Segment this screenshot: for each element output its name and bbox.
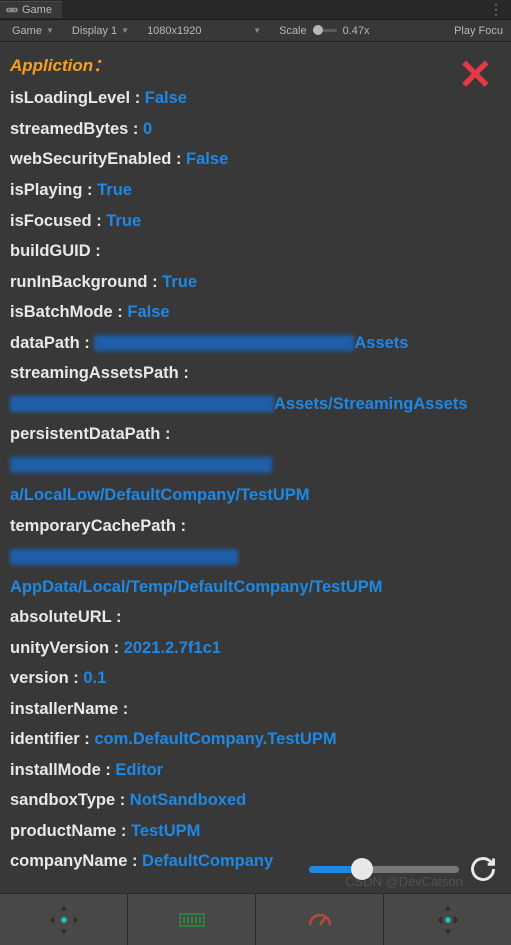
property-label: isLoadingLevel :	[10, 89, 145, 107]
scale-slider[interactable]	[313, 29, 337, 32]
property-row: unityVersion : 2021.2.7f1c1	[10, 633, 501, 664]
memory-icon	[177, 908, 207, 932]
property-row: AppData/Local/Temp/DefaultCompany/TestUP…	[10, 541, 501, 602]
property-row: a/LocalLow/DefaultCompany/TestUPM	[10, 450, 501, 511]
property-label: unityVersion :	[10, 639, 124, 657]
view-dropdown[interactable]: Game ▼	[4, 23, 62, 39]
memory-tool-button[interactable]	[128, 894, 256, 945]
property-row: installMode : Editor	[10, 755, 501, 786]
property-label: installMode :	[10, 761, 115, 779]
property-value: True	[162, 273, 197, 291]
property-label: isBatchMode :	[10, 303, 127, 321]
move-tool-button[interactable]	[0, 894, 128, 945]
property-label: runInBackground :	[10, 273, 162, 291]
debug-panel: Appliction： ✕ isLoadingLevel : Falsestre…	[0, 42, 511, 882]
property-label: buildGUID :	[10, 242, 101, 260]
property-value: 0	[143, 120, 152, 138]
redacted-segment	[10, 396, 274, 412]
property-row: sandboxType : NotSandboxed	[10, 785, 501, 816]
property-row: runInBackground : True	[10, 267, 501, 298]
property-label: isPlaying :	[10, 181, 97, 199]
property-row: isLoadingLevel : False	[10, 83, 501, 114]
property-value: Editor	[115, 761, 163, 779]
gauge-icon	[305, 905, 335, 935]
property-value: com.DefaultCompany.TestUPM	[94, 730, 336, 748]
property-row: installerName :	[10, 694, 501, 725]
property-label: absoluteURL :	[10, 608, 122, 626]
slider[interactable]	[309, 866, 459, 873]
redacted-segment	[94, 335, 354, 351]
property-value: 2021.2.7f1c1	[124, 639, 221, 657]
property-row: Assets/StreamingAssets	[10, 389, 501, 420]
property-row: productName : TestUPM	[10, 816, 501, 847]
property-list: isLoadingLevel : FalsestreamedBytes : 0w…	[10, 83, 501, 882]
refresh-icon[interactable]	[469, 855, 497, 883]
transform-icon	[431, 903, 465, 937]
property-value: TestUPM	[131, 822, 200, 840]
game-tab[interactable]: Game	[0, 1, 62, 18]
tab-label: Game	[22, 4, 52, 16]
property-value: False	[186, 150, 228, 168]
tab-menu-icon[interactable]: ⋮	[481, 1, 511, 18]
redacted-segment	[10, 549, 238, 565]
property-value: True	[97, 181, 132, 199]
play-focused-toggle[interactable]: Play Focu	[454, 25, 507, 37]
property-row: identifier : com.DefaultCompany.TestUPM	[10, 724, 501, 755]
chevron-down-icon: ▼	[253, 26, 261, 35]
transform-tool-button[interactable]	[384, 894, 511, 945]
property-label: webSecurityEnabled :	[10, 150, 186, 168]
property-label: companyName :	[10, 852, 142, 870]
property-label: dataPath :	[10, 334, 94, 352]
property-label: temporaryCachePath :	[10, 517, 186, 535]
property-row: version : 0.1	[10, 663, 501, 694]
property-value: a/LocalLow/DefaultCompany/TestUPM	[10, 486, 309, 504]
property-value: NotSandboxed	[130, 791, 246, 809]
property-value: Assets	[354, 334, 408, 352]
move-icon	[47, 903, 81, 937]
property-row: dataPath : Assets	[10, 328, 501, 359]
tab-bar: Game ⋮	[0, 0, 511, 20]
watermark: CSDN @DevCatson	[345, 874, 463, 889]
property-label: isFocused :	[10, 212, 106, 230]
property-label: streamedBytes :	[10, 120, 143, 138]
property-row: isFocused : True	[10, 206, 501, 237]
property-label: version :	[10, 669, 83, 687]
resolution-dropdown[interactable]: 1080x1920 ▼	[139, 23, 269, 39]
property-value: True	[106, 212, 141, 230]
property-label: streamingAssetsPath :	[10, 364, 189, 382]
property-row: isPlaying : True	[10, 175, 501, 206]
section-title: Appliction：	[10, 50, 501, 81]
property-value: AppData/Local/Temp/DefaultCompany/TestUP…	[10, 578, 383, 596]
property-label: persistentDataPath :	[10, 425, 170, 443]
profiler-tool-button[interactable]	[256, 894, 384, 945]
property-row: isBatchMode : False	[10, 297, 501, 328]
toolbar: Game ▼ Display 1 ▼ 1080x1920 ▼ Scale 0.4…	[0, 20, 511, 42]
property-row: streamedBytes : 0	[10, 114, 501, 145]
property-row: webSecurityEnabled : False	[10, 144, 501, 175]
property-row: streamingAssetsPath :	[10, 358, 501, 389]
property-value: 0.1	[83, 669, 106, 687]
redacted-segment	[10, 457, 272, 473]
property-value: Assets/StreamingAssets	[274, 395, 468, 413]
scale-thumb[interactable]	[313, 25, 323, 35]
chevron-down-icon: ▼	[121, 26, 129, 35]
scale-control: Scale 0.47x	[279, 25, 369, 37]
property-value: False	[127, 303, 169, 321]
close-icon[interactable]: ✕	[458, 54, 493, 96]
game-tab-icon	[6, 6, 18, 14]
property-row: buildGUID :	[10, 236, 501, 267]
property-value: DefaultCompany	[142, 852, 273, 870]
property-row: temporaryCachePath :	[10, 511, 501, 542]
property-label: identifier :	[10, 730, 94, 748]
display-dropdown[interactable]: Display 1 ▼	[64, 23, 137, 39]
bottom-toolbar	[0, 893, 511, 945]
chevron-down-icon: ▼	[46, 26, 54, 35]
property-label: sandboxType :	[10, 791, 130, 809]
property-row: absoluteURL :	[10, 602, 501, 633]
property-label: productName :	[10, 822, 131, 840]
property-row: persistentDataPath :	[10, 419, 501, 450]
property-label: installerName :	[10, 700, 128, 718]
property-value: False	[145, 89, 187, 107]
